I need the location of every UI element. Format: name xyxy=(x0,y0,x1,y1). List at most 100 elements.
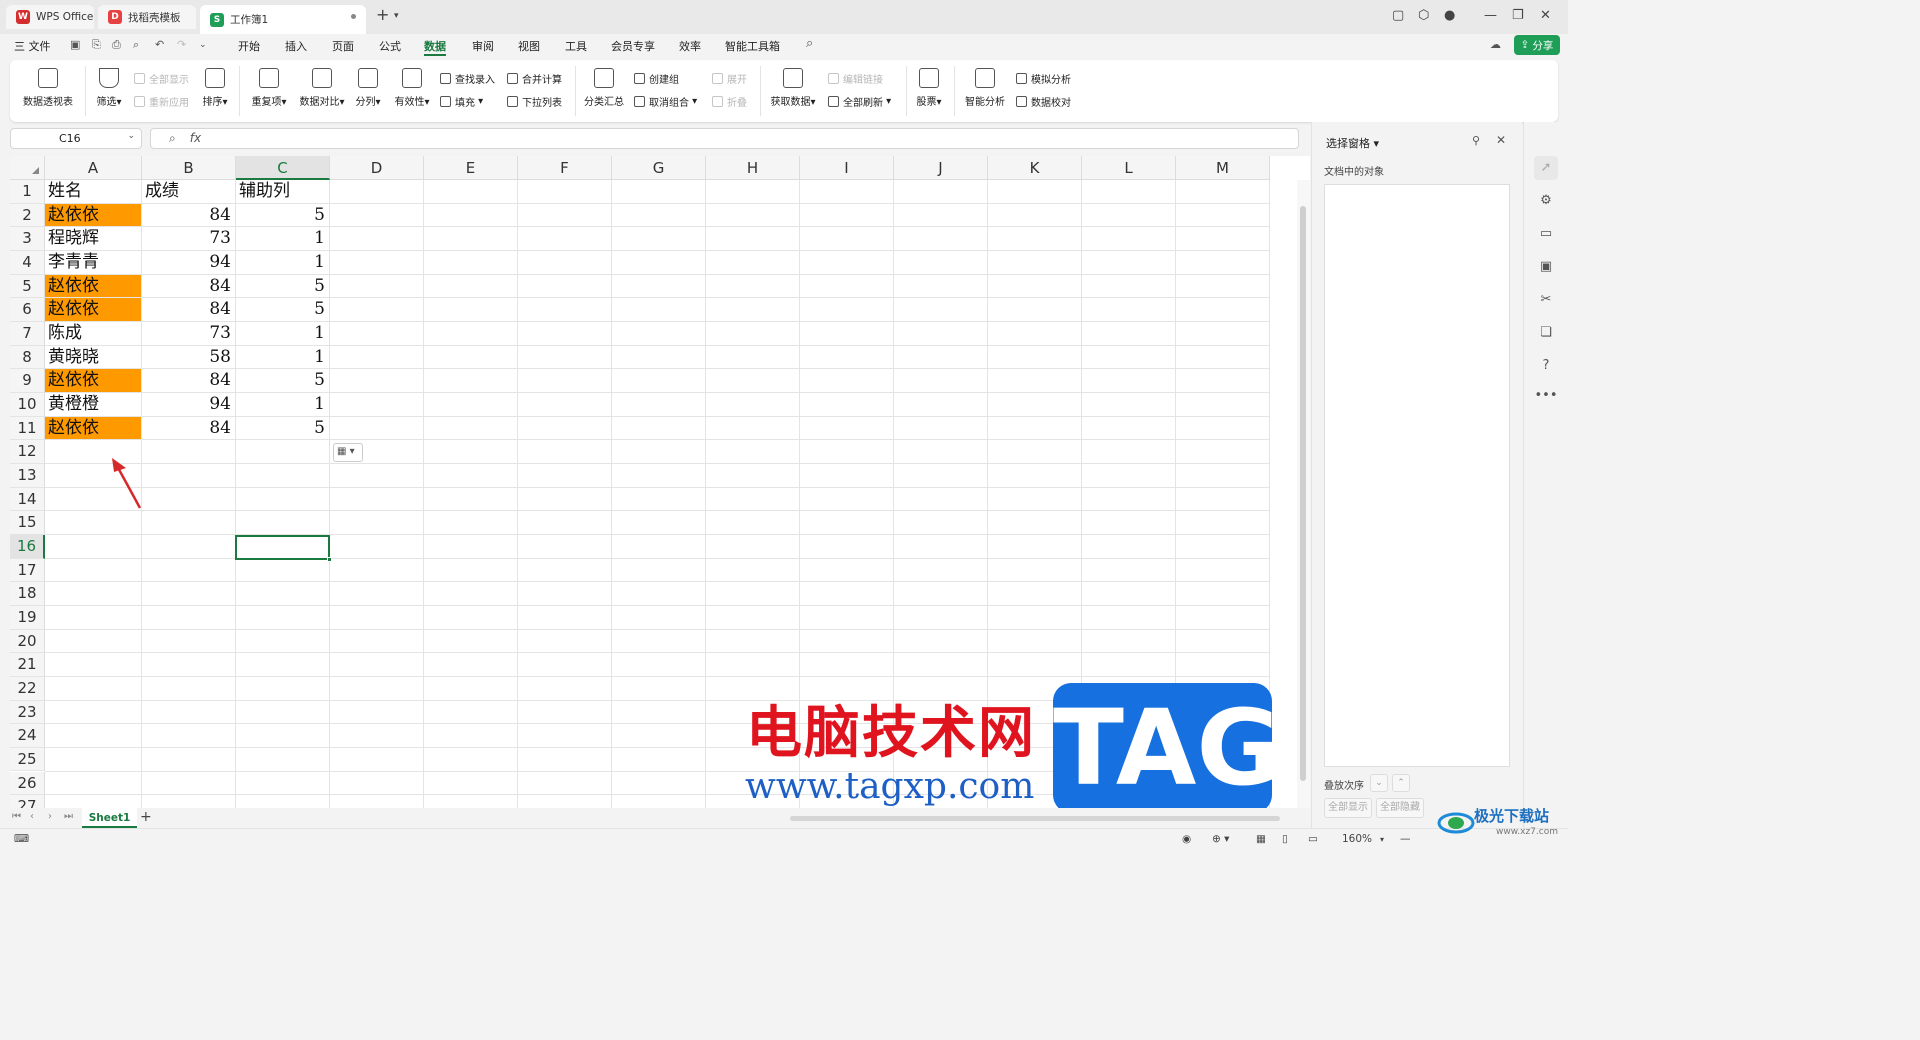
save-icon[interactable]: ▣ xyxy=(70,38,80,51)
cell-b11[interactable]: 84 xyxy=(142,417,235,440)
cell-b6[interactable]: 84 xyxy=(142,298,235,321)
cell-c11[interactable]: 5 xyxy=(236,417,329,440)
restore-icon[interactable]: ❐ xyxy=(1512,8,1524,23)
chevron-down-icon[interactable]: ⌄ xyxy=(127,131,135,141)
row-header-25[interactable]: 25 xyxy=(10,747,45,772)
row-header-3[interactable]: 3 xyxy=(10,227,45,251)
column-header-j[interactable]: J xyxy=(894,156,988,180)
fill-handle[interactable] xyxy=(327,557,332,562)
scrollbar-thumb[interactable] xyxy=(1300,206,1306,781)
prev-sheet-icon[interactable]: ‹ xyxy=(30,811,34,822)
get-data-button[interactable]: 获取数据▾ xyxy=(768,68,818,108)
pin-icon[interactable]: ⚲ xyxy=(1472,134,1480,147)
consolidate-button[interactable]: 合并计算 xyxy=(507,71,562,86)
cell-a4[interactable]: 李青青 xyxy=(45,251,141,274)
move-down-button[interactable]: ⌄ xyxy=(1370,774,1388,792)
paste-options-button[interactable]: ▦ ▾ xyxy=(333,443,363,462)
cell-b1[interactable]: 成绩 xyxy=(142,180,235,203)
cell-a7[interactable]: 陈成 xyxy=(45,322,141,345)
column-header-g[interactable]: G xyxy=(612,156,706,180)
row-header-24[interactable]: 24 xyxy=(10,724,45,748)
menu-insert[interactable]: 插入 xyxy=(285,38,307,54)
filter-button[interactable]: 筛选▾ xyxy=(94,68,124,108)
cell-b5[interactable]: 84 xyxy=(142,275,235,298)
menu-member[interactable]: 会员专享 xyxy=(611,38,655,54)
print-icon[interactable]: ⎙ xyxy=(112,38,121,52)
export-icon[interactable]: ⎘ xyxy=(92,38,101,52)
edit-links-button[interactable]: 编辑链接 xyxy=(828,71,883,86)
row-header-15[interactable]: 15 xyxy=(10,511,45,535)
duplicates-button[interactable]: 重复项▾ xyxy=(248,68,290,108)
row-header-26[interactable]: 26 xyxy=(10,771,45,796)
menu-view[interactable]: 视图 xyxy=(518,38,540,54)
cell-c10[interactable]: 1 xyxy=(236,393,329,416)
menu-smart-toolbox[interactable]: 智能工具箱 xyxy=(725,38,780,54)
cell-b4[interactable]: 94 xyxy=(142,251,235,274)
horizontal-scrollbar[interactable] xyxy=(790,816,1280,821)
cell-c5[interactable]: 5 xyxy=(236,275,329,298)
move-up-button[interactable]: ⌃ xyxy=(1392,774,1410,792)
pane-title[interactable]: 选择窗格 ▾ xyxy=(1326,135,1379,151)
what-if-button[interactable]: 模拟分析 xyxy=(1016,71,1071,86)
cell-c4[interactable]: 1 xyxy=(236,251,329,274)
first-sheet-icon[interactable]: ⏮ xyxy=(12,811,21,822)
column-header-e[interactable]: E xyxy=(424,156,518,180)
last-sheet-icon[interactable]: ⏭ xyxy=(64,811,73,822)
macro-icon[interactable]: ⌨ xyxy=(14,833,29,845)
eye-protection-icon[interactable]: ◉ xyxy=(1182,833,1191,845)
name-box[interactable]: C16 ⌄ xyxy=(10,128,142,149)
preview-icon[interactable]: ⌕ xyxy=(133,38,139,52)
cell-b10[interactable]: 94 xyxy=(142,393,235,416)
cell-a6[interactable]: 赵依依 xyxy=(45,298,141,321)
split-button[interactable]: 分列▾ xyxy=(353,68,383,108)
expand-button[interactable]: 展开 xyxy=(712,71,747,86)
search-icon[interactable]: ⌕ xyxy=(806,36,813,51)
show-all-button[interactable]: 全部显示 xyxy=(134,71,189,86)
chevron-down-icon[interactable]: ▾ xyxy=(394,11,399,21)
selected-cell-c16[interactable] xyxy=(235,535,330,560)
cell-c9[interactable]: 5 xyxy=(236,369,329,392)
next-sheet-icon[interactable]: › xyxy=(48,811,52,822)
row-header-4[interactable]: 4 xyxy=(10,250,45,275)
cell-a9[interactable]: 赵依依 xyxy=(45,369,141,392)
redo-icon[interactable]: ↷ xyxy=(177,38,186,51)
menu-formula[interactable]: 公式 xyxy=(379,38,401,54)
cell-b9[interactable]: 84 xyxy=(142,369,235,392)
cell-c7[interactable]: 1 xyxy=(236,322,329,345)
cell-b7[interactable]: 73 xyxy=(142,322,235,345)
help-icon[interactable]: ? xyxy=(1534,354,1558,378)
cell-b8[interactable]: 58 xyxy=(142,346,235,369)
sort-button[interactable]: 排序▾ xyxy=(200,68,230,108)
close-pane-icon[interactable]: ✕ xyxy=(1496,133,1506,147)
row-header-1[interactable]: 1 xyxy=(10,180,45,204)
cell-c6[interactable]: 5 xyxy=(236,298,329,321)
cloud-icon[interactable]: ☁ xyxy=(1490,38,1501,51)
tab-wps-office[interactable]: W WPS Office xyxy=(6,5,94,29)
vertical-scrollbar[interactable] xyxy=(1297,180,1310,808)
sheet-tab-sheet1[interactable]: Sheet1 xyxy=(82,808,137,828)
row-header-2[interactable]: 2 xyxy=(10,203,45,228)
row-header-11[interactable]: 11 xyxy=(10,416,45,441)
box-icon[interactable]: ⬡ xyxy=(1418,8,1429,23)
column-header-b[interactable]: B xyxy=(142,156,236,180)
menu-page[interactable]: 页面 xyxy=(332,38,354,54)
collapse-button[interactable]: 折叠 xyxy=(712,94,747,109)
avatar-icon[interactable]: ● xyxy=(1444,8,1455,23)
row-header-8[interactable]: 8 xyxy=(10,345,45,370)
objects-list[interactable] xyxy=(1324,184,1510,767)
dropdown-list-button[interactable]: 下拉列表 xyxy=(507,94,562,109)
minimize-icon[interactable]: — xyxy=(1484,8,1497,23)
row-header-13[interactable]: 13 xyxy=(10,463,45,488)
row-header-23[interactable]: 23 xyxy=(10,700,45,725)
row-header-27[interactable]: 27 xyxy=(10,795,45,808)
row-header-16[interactable]: 16 xyxy=(10,534,45,559)
menu-tools[interactable]: 工具 xyxy=(565,38,587,54)
row-header-22[interactable]: 22 xyxy=(10,676,45,701)
zoom-level[interactable]: 160% xyxy=(1342,833,1372,845)
row-header-20[interactable]: 20 xyxy=(10,629,45,654)
adjust-icon[interactable]: ⚙ xyxy=(1534,189,1558,213)
menu-efficiency[interactable]: 效率 xyxy=(679,38,701,54)
column-header-a[interactable]: A xyxy=(45,156,142,180)
comment-icon[interactable]: ▭ xyxy=(1534,222,1558,246)
cell-a11[interactable]: 赵依依 xyxy=(45,416,141,440)
